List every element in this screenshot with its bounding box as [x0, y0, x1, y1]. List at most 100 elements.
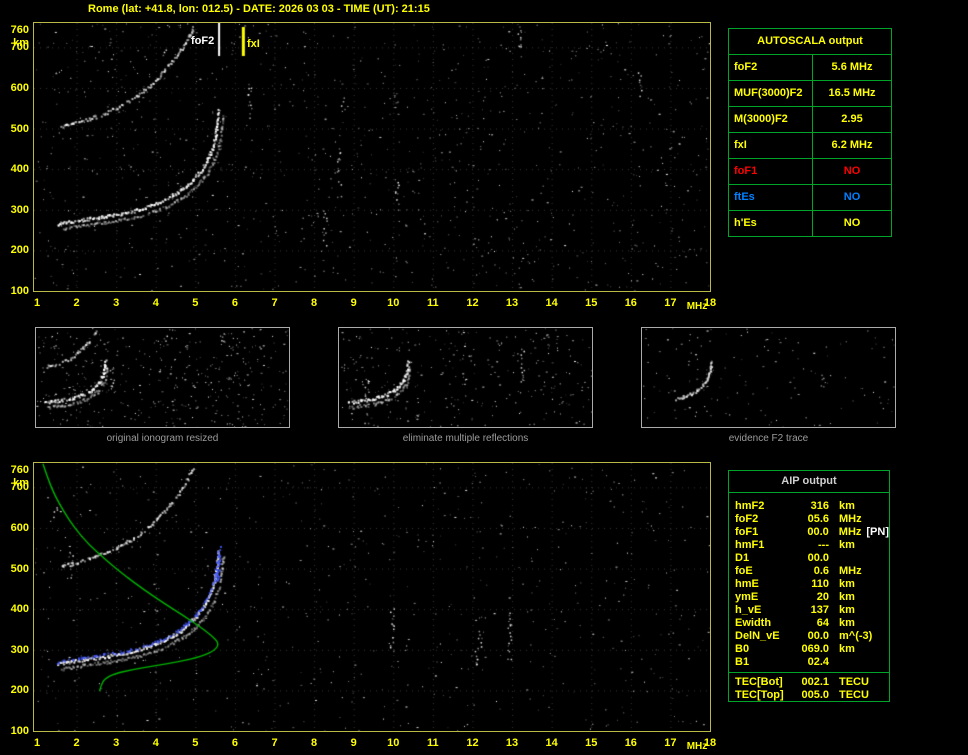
x-tick-label: 13	[505, 737, 519, 749]
x-tick-label: 14	[545, 737, 558, 749]
param-unit: MHz	[838, 526, 862, 538]
x-axis-unit-label: MHz	[686, 301, 708, 312]
aip-panel-title: AIP output	[729, 471, 889, 493]
thumbnail-caption-no-multiples: eliminate multiple reflections	[402, 433, 529, 444]
param-unit: km	[839, 539, 855, 551]
x-tick-label: 5	[192, 737, 199, 749]
x-tick-label: 8	[311, 297, 318, 309]
aip-row-foe: foE 0.6 MHz	[735, 565, 889, 578]
param-unit: km	[839, 643, 855, 655]
param-unit: MHz	[839, 565, 862, 577]
param-value: 64	[816, 617, 829, 629]
bottom-ionogram-y-axis: 760 700 600 500 400 300 200 100 km	[2, 463, 31, 737]
param-value: 00.0	[807, 552, 829, 564]
y-axis-unit-label: km	[13, 37, 29, 49]
aip-row-tectop: TEC[Top] 005.0 TECU	[735, 689, 889, 702]
aip-row-hve: h_vE 137 km	[735, 604, 889, 617]
y-tick-label: 760	[10, 464, 29, 476]
thumbnail-f2-trace-canvas	[642, 328, 895, 427]
aip-row-yme: ymE 20 km	[735, 591, 889, 604]
param-value: 16.5 MHz	[828, 87, 876, 99]
param-value: 137	[810, 604, 829, 616]
y-tick-label: 400	[10, 163, 29, 176]
aip-row-b0: B0 069.0 km	[735, 643, 889, 656]
x-tick-label: 3	[113, 297, 120, 309]
x-tick-label: 1	[33, 737, 41, 749]
param-label: h'Es	[729, 211, 813, 236]
aip-row-d1: D1 00.0	[735, 552, 889, 565]
param-name: foE	[735, 565, 753, 577]
aip-row-b1: B1 02.4	[735, 656, 889, 669]
x-tick-label: 7	[271, 737, 278, 749]
param-value: 316	[810, 500, 829, 512]
x-tick-label: 2	[73, 737, 80, 749]
y-tick-label: 200	[10, 684, 29, 697]
thumbnail-f2-trace	[641, 327, 896, 428]
param-value: 0.6	[813, 565, 829, 577]
x-tick-label: 16	[624, 737, 637, 749]
thumbnail-original-canvas	[36, 328, 289, 427]
thumbnail-caption-f2-trace: evidence F2 trace	[728, 433, 809, 444]
param-unit: km	[839, 604, 855, 616]
x-tick-label: 2	[73, 297, 80, 309]
autoscala-row-muf3000f2: MUF(3000)F2 16.5 MHz	[729, 81, 891, 107]
thumbnail-no-multiples	[338, 327, 593, 428]
x-tick-label: 6	[231, 297, 238, 309]
param-value: 00.0	[807, 630, 829, 642]
param-value: 05.6	[807, 513, 829, 525]
top-ionogram-canvas	[34, 23, 710, 291]
x-tick-label: 9	[350, 297, 357, 309]
x-tick-label: 10	[387, 297, 400, 309]
thumbnail-original-ionogram	[35, 327, 290, 428]
param-value: 005.0	[801, 689, 829, 701]
bottom-ionogram-canvas	[34, 463, 710, 731]
autoscala-row-fof1: foF1 NO	[729, 159, 891, 185]
param-name: TEC[Top]	[735, 689, 784, 701]
aip-row-hmf1: hmF1 --- km	[735, 539, 889, 552]
autoscala-window: Rome (lat: +41.8, lon: 012.5) - DATE: 20…	[0, 0, 968, 755]
param-label: foF1	[729, 159, 813, 184]
x-tick-label: 17	[664, 737, 677, 749]
param-flag: [PN]	[866, 526, 889, 538]
station-title: Rome (lat: +41.8, lon: 012.5) - DATE: 20…	[88, 3, 430, 15]
x-tick-label: 11	[427, 737, 439, 749]
y-tick-label: 200	[10, 244, 29, 257]
aip-row-tecbot: TEC[Bot] 002.1 TECU	[735, 676, 889, 689]
x-tick-label: 4	[152, 737, 159, 749]
x-tick-label: 17	[664, 297, 677, 309]
y-tick-label: 300	[10, 643, 29, 656]
y-tick-label: 600	[10, 81, 29, 94]
param-name: ymE	[735, 591, 759, 603]
fxi-marker-label: fxI	[247, 38, 260, 50]
bottom-ionogram-plot	[33, 462, 711, 732]
param-name: B0	[735, 643, 750, 655]
param-value: NO	[843, 217, 861, 229]
y-tick-label: 600	[10, 521, 29, 534]
param-value: ---	[818, 539, 829, 551]
autoscala-row-fof2: foF2 5.6 MHz	[729, 55, 891, 81]
autoscala-row-ftes: ftEs NO	[729, 185, 891, 211]
param-name: Ewidth	[735, 617, 772, 629]
param-name: B1	[735, 656, 750, 668]
param-label: fxI	[729, 133, 813, 158]
aip-row-fof2: foF2 05.6 MHz	[735, 513, 889, 526]
y-tick-label: 300	[10, 203, 29, 216]
aip-rows: hmF2 316 km foF2 05.6 MHz foF1 00.0 MHz …	[729, 493, 889, 702]
x-tick-label: 10	[387, 737, 400, 749]
param-name: foF2	[735, 513, 759, 525]
x-tick-label: 9	[350, 737, 357, 749]
param-label: foF2	[729, 55, 813, 80]
x-tick-label: 15	[585, 737, 598, 749]
aip-row-hme: hmE 110 km	[735, 578, 889, 591]
aip-output-panel: AIP output hmF2 316 km foF2 05.6 MHz foF…	[728, 470, 890, 702]
autoscala-panel-title: AUTOSCALA output	[729, 29, 891, 55]
top-ionogram-y-axis: 760 700 600 500 400 300 200 100 km	[2, 23, 31, 297]
param-value: 20	[816, 591, 829, 603]
y-tick-label: 500	[10, 122, 29, 135]
param-unit: MHz	[839, 513, 862, 525]
top-ionogram-x-axis: 1 2 3 4 5 6 7 8 9 10 11 12 13 14 15 16 17 18 MHz	[0, 296, 740, 312]
aip-row-fof1: foF1 00.0 MHz [PN]	[735, 526, 889, 539]
x-tick-label: 3	[113, 737, 120, 749]
x-tick-label: 5	[192, 297, 199, 309]
y-axis-unit-label: km	[13, 477, 29, 489]
